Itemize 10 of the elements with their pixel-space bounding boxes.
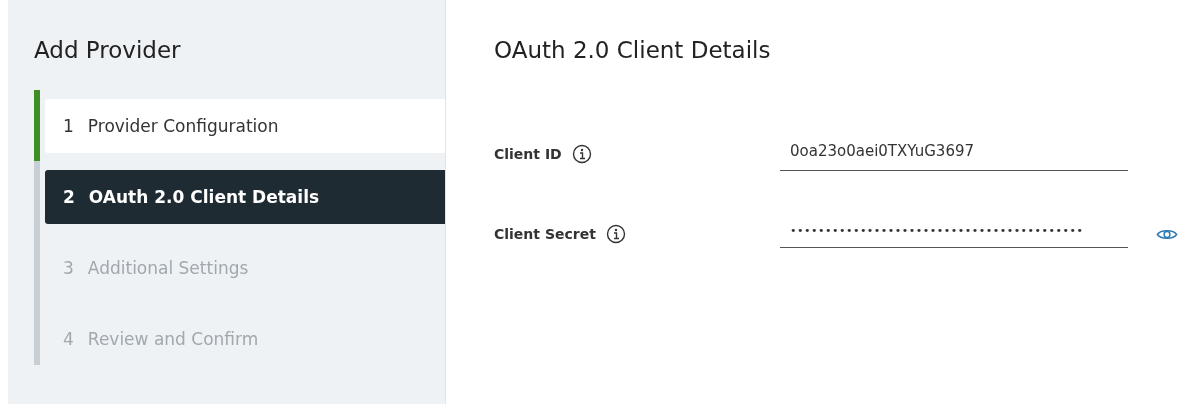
- password-field[interactable]: ••••••••••••••••••••••••••••••••••••••••••: [780, 220, 1128, 248]
- info-icon[interactable]: [605, 224, 626, 244]
- step-tab[interactable]: 2 OAuth 2.0 Client Details: [45, 170, 445, 224]
- field-label: Client Secret: [494, 226, 596, 242]
- field-label: Client ID: [494, 146, 562, 162]
- text-field[interactable]: 0oa23o0aei0TXYuG3697: [780, 137, 1128, 171]
- sidebar-title: Add Provider: [34, 36, 182, 65]
- page-title: OAuth 2.0 Client Details: [494, 36, 772, 65]
- step-tab[interactable]: 1 Provider Configuration: [45, 99, 445, 153]
- info-icon[interactable]: [571, 144, 592, 164]
